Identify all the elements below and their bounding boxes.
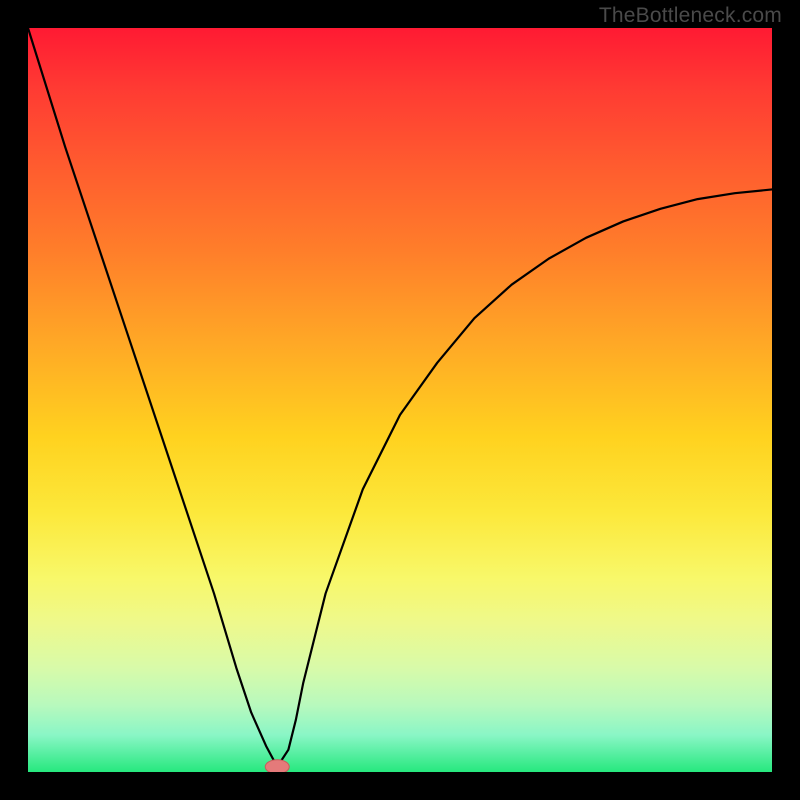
watermark-text: TheBottleneck.com — [599, 4, 782, 28]
plot-area — [28, 28, 772, 772]
bottleneck-curve — [28, 28, 772, 767]
bottleneck-marker — [265, 760, 289, 772]
chart-svg — [28, 28, 772, 772]
chart-frame: TheBottleneck.com — [0, 0, 800, 800]
